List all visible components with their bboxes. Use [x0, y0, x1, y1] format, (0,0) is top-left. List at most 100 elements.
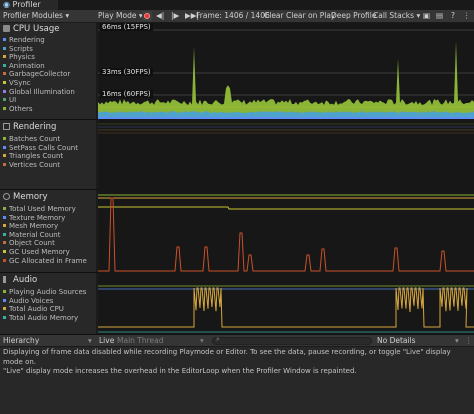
details-dropdown-label: No Details [377, 336, 416, 345]
rendering-chart[interactable] [98, 120, 474, 189]
legend-swatch [3, 215, 6, 219]
tab-profiler-label: Profiler [12, 0, 41, 9]
cpu-marker-30fps: 33ms (30FPS) [100, 68, 153, 76]
thread-dropdown[interactable]: Main Thread [117, 335, 164, 347]
frame-counter: Frame: 1406 / 1406 [196, 11, 270, 20]
legend-swatch [3, 46, 6, 50]
module-rendering[interactable]: Rendering [0, 122, 97, 133]
legend-item[interactable]: Others [0, 105, 97, 114]
legend-item[interactable]: Object Count [0, 239, 97, 248]
legend-item[interactable]: Triangles Count [0, 152, 97, 161]
memory-chart[interactable] [98, 190, 474, 272]
legend-item[interactable]: Playing Audio Sources [0, 288, 97, 297]
chevron-down-icon: ▾ [455, 336, 459, 345]
search-icon: ⌕ [216, 335, 220, 343]
tab-profiler[interactable]: ◉ Profiler [0, 0, 58, 10]
profiler-tab-icon: ◉ [3, 0, 10, 9]
clear-on-play-toggle[interactable]: Clear on Play [286, 10, 335, 22]
record-button[interactable] [142, 11, 152, 21]
legend-item[interactable]: Material Count [0, 231, 97, 240]
module-sidebar: CPU Usage Rendering Scripts Physics Animati… [0, 23, 97, 334]
legend-item[interactable]: Texture Memory [0, 214, 97, 223]
module-audio[interactable]: Audio [0, 275, 97, 286]
legend-item-label: Total Audio Memory [9, 313, 79, 322]
legend-swatch [3, 38, 6, 41]
legend-item[interactable]: Vertices Count [0, 161, 97, 170]
clear-button[interactable]: Clear [264, 10, 284, 22]
help-icon[interactable]: ? [451, 10, 455, 22]
legend-swatch [3, 224, 6, 228]
details-dropdown[interactable]: No Details [377, 335, 416, 347]
cpu-icon [3, 25, 10, 32]
legend-item[interactable]: GarbageCollector [0, 70, 97, 79]
call-stacks-dropdown[interactable]: Call Stacks ▾ [373, 10, 420, 22]
legend-item[interactable]: SetPass Calls Count [0, 144, 97, 153]
cpu-usage-chart[interactable] [98, 23, 474, 119]
menu-icon[interactable]: ⋮ [465, 335, 473, 347]
legend-item-label: Vertices Count [9, 160, 60, 169]
legend-item[interactable]: Total Used Memory [0, 205, 97, 214]
audio-chart[interactable] [98, 273, 474, 334]
module-memory[interactable]: Memory [0, 192, 97, 203]
module-cpu-usage[interactable]: CPU Usage [0, 24, 97, 35]
legend-item[interactable]: UI [0, 96, 97, 105]
memory-icon [3, 193, 10, 200]
module-cpu-title: CPU Usage [13, 24, 60, 34]
legend-item-label: Texture Memory [9, 213, 66, 222]
legend-item[interactable]: Rendering [0, 36, 97, 45]
rendering-icon [3, 123, 10, 130]
legend-item-label: UI [9, 96, 17, 105]
legend-item-label: Material Count [9, 230, 61, 239]
legend-item-label: Animation [9, 61, 45, 70]
legend-swatch [3, 89, 6, 93]
legend-item[interactable]: Scripts [0, 45, 97, 54]
menu-icon[interactable]: ⋮ [463, 10, 471, 22]
module-rendering-title: Rendering [13, 122, 57, 132]
legend-item[interactable]: Global Illumination [0, 88, 97, 97]
previous-frame-button[interactable]: ◀| [156, 10, 164, 22]
legend-item[interactable]: Total Audio Memory [0, 314, 97, 323]
legend-swatch [3, 315, 6, 319]
legend-item[interactable]: Physics [0, 53, 97, 62]
save-icon[interactable]: ▣ [423, 10, 430, 22]
prev-frame-icon: ◀| [156, 11, 165, 20]
audio-icon [3, 276, 10, 283]
legend-swatch [3, 63, 6, 67]
legend-item[interactable]: Batches Count [0, 135, 97, 144]
legend-item-label: Global Illumination [9, 87, 75, 96]
chevron-down-icon: ▾ [416, 11, 421, 20]
profiler-modules-dropdown[interactable]: Profiler Modules ▾ [3, 10, 69, 22]
legend-item[interactable]: GC Allocated in Frame [0, 257, 97, 266]
legend-item[interactable]: Total Audio CPU [0, 305, 97, 314]
search-field[interactable]: ⌕ [212, 335, 372, 345]
chevron-down-icon: ▾ [88, 336, 92, 345]
legend-item[interactable]: Animation [0, 62, 97, 71]
profiler-toolbar: Profiler Modules ▾ Play Mode ▾ ◀| |▶ ▶▶|… [0, 10, 474, 23]
legend-item[interactable]: Audio Voices [0, 297, 97, 306]
legend-swatch [3, 98, 6, 102]
profiler-charts[interactable]: 66ms (15FPS) 33ms (30FPS) 16ms (60FPS) [98, 23, 474, 334]
view-dropdown[interactable]: Hierarchy [3, 335, 39, 347]
legend-swatch [3, 241, 6, 245]
legend-swatch [3, 307, 6, 311]
legend-item[interactable]: VSync [0, 79, 97, 88]
legend-item-label: VSync [9, 79, 31, 87]
cpu-rendering-area [98, 117, 474, 119]
legend-swatch [3, 154, 6, 158]
load-icon[interactable]: ▤ [436, 10, 443, 22]
live-toggle[interactable]: Live [99, 335, 114, 347]
next-frame-button[interactable]: |▶ [171, 10, 179, 22]
legend-item-label: Others [9, 104, 33, 113]
legend-item-label: GC Used Memory [9, 248, 70, 256]
legend-item-label: Mesh Memory [9, 222, 59, 231]
legend-swatch [3, 145, 6, 149]
legend-item[interactable]: Mesh Memory [0, 222, 97, 231]
legend-item[interactable]: GC Used Memory [0, 248, 97, 257]
legend-swatch [3, 162, 6, 166]
target-dropdown[interactable]: Play Mode ▾ [98, 10, 143, 22]
recording-message: Displaying of frame data disabled while … [3, 348, 468, 377]
legend-item-label: Object Count [9, 239, 55, 248]
details-pane: Hierarchy ▾ Live Main Thread ▾ ⌕ No Deta… [0, 334, 474, 414]
legend-swatch [3, 298, 6, 302]
deep-profile-toggle[interactable]: Deep Profile [331, 10, 376, 22]
